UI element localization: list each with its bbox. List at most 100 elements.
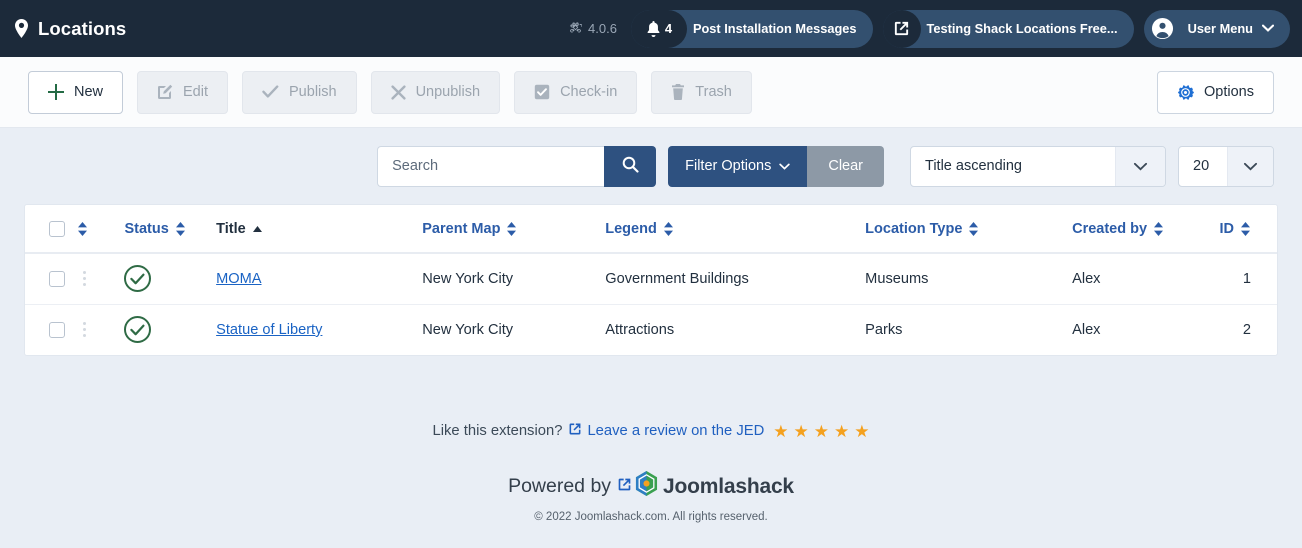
list-limit-select[interactable]: 20	[1178, 145, 1274, 187]
pencil-square-icon	[157, 84, 173, 100]
filter-options-label: Filter Options	[685, 158, 772, 174]
drag-handle-icon[interactable]	[77, 322, 93, 338]
page-title: Locations	[38, 17, 127, 39]
options-button-label: Options	[1204, 84, 1254, 100]
column-header-legend[interactable]: Legend	[605, 205, 866, 254]
check-in-button[interactable]: Check-in	[514, 70, 638, 114]
star-icon: ★	[834, 421, 850, 441]
powered-by-row: Powered by Joomlashack	[0, 471, 1302, 502]
search-group	[377, 145, 657, 187]
powered-by-label: Powered by	[508, 475, 612, 497]
row-checkbox[interactable]	[49, 321, 65, 338]
row-select-cell	[25, 304, 77, 355]
table-head: Status Title Parent Map Legend Location …	[25, 205, 1277, 254]
chevron-down-icon	[779, 158, 791, 174]
table-row: MOMA New York City Government Buildings …	[25, 253, 1277, 305]
locations-table: Status Title Parent Map Legend Location …	[25, 205, 1277, 355]
site-link-button[interactable]: Testing Shack Locations Free...	[882, 9, 1134, 48]
publish-button[interactable]: Publish	[242, 70, 357, 114]
joomla-logo-icon	[569, 21, 583, 37]
post-installation-messages-button[interactable]: 4 Post Installation Messages	[630, 9, 873, 48]
table-header-row: Status Title Parent Map Legend Location …	[25, 205, 1277, 254]
table-row: Statue of Liberty New York City Attracti…	[25, 304, 1277, 355]
column-header-legend-label: Legend	[605, 220, 657, 237]
row-id-cell: 2	[1242, 321, 1251, 338]
column-header-status[interactable]: Status	[124, 205, 217, 254]
row-created-by-cell: Alex	[1072, 321, 1101, 338]
star-icon: ★	[793, 421, 809, 441]
page-footer: Like this extension? Leave a review on t…	[0, 422, 1302, 524]
table-body: MOMA New York City Government Buildings …	[25, 253, 1277, 355]
star-rating: ★ ★ ★ ★ ★	[773, 423, 869, 440]
sort-arrows-icon	[968, 221, 979, 236]
row-legend-cell: Government Buildings	[605, 253, 866, 305]
sort-select-value: Title ascending	[925, 158, 1022, 174]
star-icon: ★	[773, 421, 789, 441]
jed-review-link[interactable]: Leave a review on the JED	[587, 423, 764, 439]
sort-arrows-icon	[1153, 221, 1164, 236]
row-legend-cell: Attractions	[605, 321, 675, 338]
sort-arrows-icon	[77, 221, 88, 236]
search-input[interactable]	[377, 145, 605, 187]
column-header-location-type-label: Location Type	[865, 220, 963, 237]
clear-filters-button[interactable]: Clear	[807, 145, 884, 187]
row-checkbox[interactable]	[49, 270, 65, 287]
filter-bar: Filter Options Clear Title ascending 20	[0, 128, 1302, 204]
trash-icon	[671, 84, 685, 100]
row-title-link[interactable]: MOMA	[216, 271, 261, 287]
row-title-link[interactable]: Statue of Liberty	[216, 322, 322, 338]
row-select-cell	[25, 253, 77, 305]
options-button[interactable]: Options	[1157, 70, 1274, 114]
column-header-created-by[interactable]: Created by	[1072, 205, 1220, 254]
external-link-icon	[568, 422, 582, 440]
star-icon: ★	[813, 421, 830, 441]
check-circle-icon[interactable]	[124, 316, 152, 344]
search-button[interactable]	[604, 145, 657, 187]
chevron-down-icon	[1261, 23, 1275, 35]
list-limit-value: 20	[1193, 158, 1210, 174]
column-header-id[interactable]: ID	[1219, 205, 1277, 254]
user-circle-icon	[1144, 10, 1182, 48]
filter-options-button[interactable]: Filter Options	[668, 145, 808, 187]
column-header-title[interactable]: Title	[216, 205, 423, 254]
edit-button[interactable]: Edit	[137, 70, 229, 114]
sort-arrows-icon	[175, 221, 186, 236]
column-header-status-label: Status	[124, 220, 169, 237]
select-all-checkbox[interactable]	[49, 220, 65, 237]
star-icon: ★	[854, 421, 870, 441]
row-status-cell	[124, 253, 217, 305]
column-header-parent-map[interactable]: Parent Map	[422, 205, 606, 254]
unpublish-button-label: Unpublish	[415, 84, 481, 100]
column-header-title-label: Title	[216, 220, 246, 237]
user-menu-button[interactable]: User Menu	[1143, 9, 1290, 48]
sort-select[interactable]: Title ascending	[910, 145, 1166, 187]
sort-arrows-icon	[1240, 221, 1251, 236]
column-header-ordering[interactable]	[76, 205, 125, 254]
check-circle-icon[interactable]	[124, 265, 152, 293]
unpublish-button[interactable]: Unpublish	[370, 70, 501, 114]
row-title-cell: MOMA	[216, 253, 423, 305]
check-in-button-label: Check-in	[560, 84, 618, 100]
drag-handle-icon[interactable]	[77, 271, 93, 287]
new-button[interactable]: New	[28, 70, 124, 114]
edit-button-label: Edit	[183, 84, 209, 100]
joomla-version: 4.0.6	[569, 21, 617, 37]
user-menu-label: User Menu	[1187, 21, 1253, 36]
row-parent-map-cell: New York City	[422, 321, 514, 338]
map-pin-icon	[14, 19, 29, 38]
brand: Locations	[14, 18, 126, 40]
row-id-cell: 1	[1219, 253, 1277, 305]
external-link-icon	[882, 9, 921, 48]
column-header-location-type[interactable]: Location Type	[865, 205, 1073, 254]
post-installation-messages-label: Post Installation Messages	[692, 21, 857, 36]
trash-button[interactable]: Trash	[651, 70, 752, 114]
row-drag-handle-cell	[76, 253, 125, 305]
search-icon	[622, 156, 639, 176]
column-header-id-label: ID	[1219, 220, 1235, 237]
x-icon	[390, 84, 406, 100]
header-actions: 4.0.6 4 Post Installation Messages Testi…	[569, 9, 1290, 48]
joomlashack-hex-icon	[635, 471, 658, 502]
chevron-down-icon	[1227, 146, 1273, 186]
column-header-created-by-label: Created by	[1072, 220, 1148, 237]
checkbox-checked-icon	[534, 84, 550, 100]
